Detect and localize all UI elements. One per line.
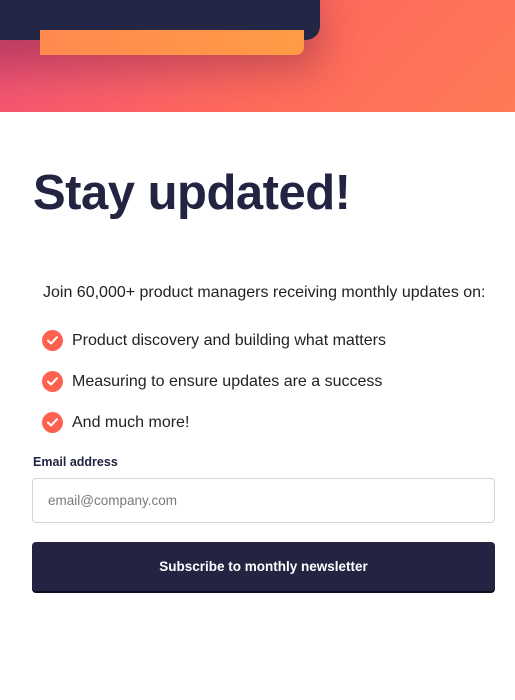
check-circle-icon [42, 330, 63, 351]
check-circle-icon [42, 371, 63, 392]
list-item: And much more! [42, 402, 386, 443]
intro-text: Join 60,000+ product managers receiving … [43, 284, 486, 301]
list-item: Measuring to ensure updates are a succes… [42, 361, 386, 402]
list-item-label: Product discovery and building what matt… [72, 331, 386, 349]
list-item-label: And much more! [72, 413, 190, 431]
newsletter-section: Stay updated! Join 60,000+ product manag… [0, 112, 515, 700]
page-title: Stay updated! [33, 166, 351, 220]
hero-banner [0, 0, 515, 112]
benefits-list: Product discovery and building what matt… [42, 320, 386, 443]
subscribe-button[interactable]: Subscribe to monthly newsletter [32, 542, 495, 591]
list-item: Product discovery and building what matt… [42, 320, 386, 361]
check-circle-icon [42, 412, 63, 433]
list-item-label: Measuring to ensure updates are a succes… [72, 372, 383, 390]
hero-device-screen [40, 30, 304, 55]
email-field[interactable] [32, 478, 495, 523]
email-field-label: Email address [33, 455, 118, 469]
